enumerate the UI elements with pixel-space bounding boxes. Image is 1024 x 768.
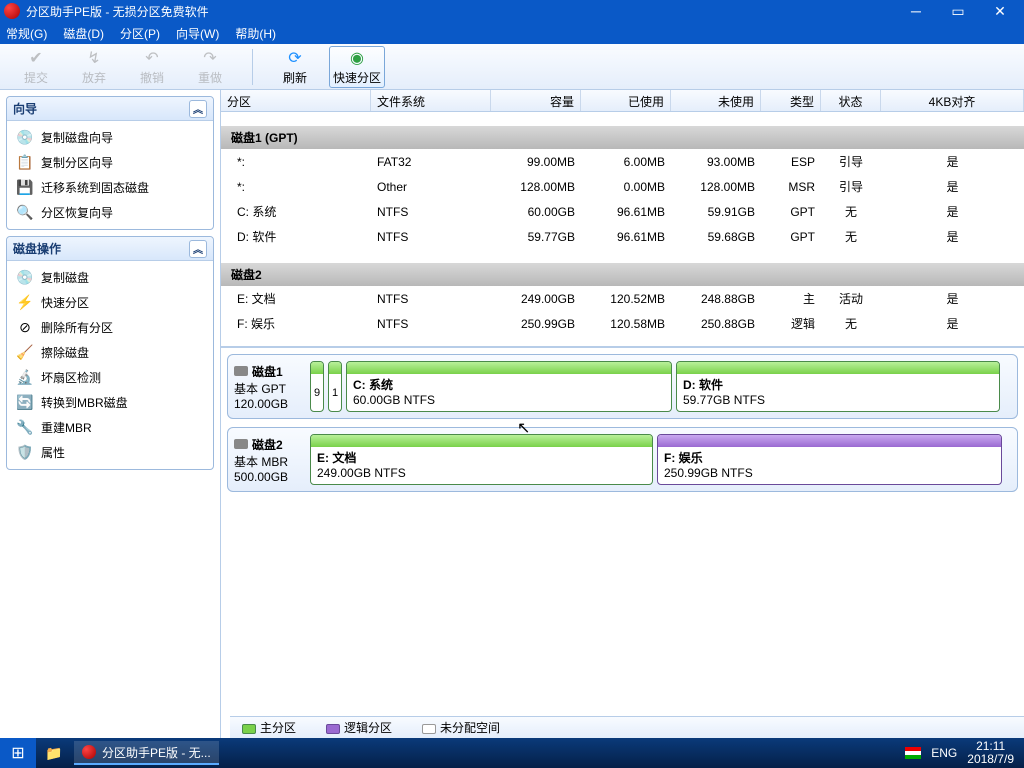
diskops-item[interactable]: ⚡快速分区 bbox=[9, 290, 211, 315]
disk-bar-small[interactable]: 9 bbox=[310, 361, 324, 412]
content-area: 分区 文件系统 容量 已使用 未使用 类型 状态 4KB对齐 磁盘1 (GPT)… bbox=[220, 90, 1024, 738]
toolbar: ✔提交 ↯放弃 ↶撤销 ↷重做 ⟳刷新 ◉快速分区 bbox=[0, 44, 1024, 90]
wizard-item[interactable]: 📋复制分区向导 bbox=[9, 150, 211, 175]
lang-flag-icon[interactable] bbox=[905, 747, 921, 759]
title-bar: 分区助手PE版 - 无损分区免费软件 ─ ▭ ✕ bbox=[0, 0, 1024, 22]
disk-bar[interactable]: D: 软件59.77GB NTFS bbox=[676, 361, 1000, 412]
clock[interactable]: 21:11 2018/7/9 bbox=[967, 740, 1014, 766]
check-icon: ✔ bbox=[26, 48, 46, 68]
col-used[interactable]: 已使用 bbox=[581, 90, 671, 111]
legend: 主分区 逻辑分区 未分配空间 bbox=[230, 716, 1024, 738]
discard-icon: ↯ bbox=[84, 48, 104, 68]
start-button[interactable]: ⊞ bbox=[0, 738, 36, 768]
disk-map: 磁盘2基本 MBR500.00GBE: 文档249.00GB NTFSF: 娱乐… bbox=[227, 427, 1018, 492]
logical-swatch bbox=[326, 724, 340, 734]
lang-indicator[interactable]: ENG bbox=[931, 746, 957, 760]
table-row[interactable]: *:Other128.00MB0.00MB128.00MBMSR引导是 bbox=[221, 174, 1024, 199]
window-title: 分区助手PE版 - 无损分区免费软件 bbox=[26, 3, 896, 20]
wizard-panel: 向导 ︽ 💿复制磁盘向导📋复制分区向导💾迁移系统到固态磁盘🔍分区恢复向导 bbox=[6, 96, 214, 230]
explorer-icon[interactable]: 📁 bbox=[36, 745, 72, 762]
disk-info[interactable]: 磁盘1基本 GPT120.00GB bbox=[234, 361, 304, 412]
partition-icon: ◉ bbox=[347, 48, 367, 68]
diskops-item[interactable]: 🔄转换到MBR磁盘 bbox=[9, 390, 211, 415]
col-filesystem[interactable]: 文件系统 bbox=[371, 90, 491, 111]
col-free[interactable]: 未使用 bbox=[671, 90, 761, 111]
disk-map-area: 磁盘1基本 GPT120.00GB91C: 系统60.00GB NTFSD: 软… bbox=[221, 346, 1024, 738]
toolbar-separator bbox=[252, 49, 253, 85]
menu-wizard[interactable]: 向导(W) bbox=[176, 25, 219, 42]
item-icon: 🔬 bbox=[17, 370, 33, 386]
discard-button[interactable]: ↯放弃 bbox=[66, 46, 122, 88]
quick-partition-button[interactable]: ◉快速分区 bbox=[329, 46, 385, 88]
collapse-icon[interactable]: ︽ bbox=[189, 100, 207, 118]
wizard-item[interactable]: 💾迁移系统到固态磁盘 bbox=[9, 175, 211, 200]
menu-general[interactable]: 常规(G) bbox=[6, 25, 47, 42]
menu-help[interactable]: 帮助(H) bbox=[235, 25, 276, 42]
partition-table: 磁盘1 (GPT)*:FAT3299.00MB6.00MB93.00MBESP引… bbox=[221, 112, 1024, 346]
item-icon: 🛡️ bbox=[17, 445, 33, 461]
diskops-item[interactable]: 💿复制磁盘 bbox=[9, 265, 211, 290]
taskbar-app[interactable]: 分区助手PE版 - 无... bbox=[74, 741, 219, 765]
redo-icon: ↷ bbox=[200, 48, 220, 68]
sidebar: 向导 ︽ 💿复制磁盘向导📋复制分区向导💾迁移系统到固态磁盘🔍分区恢复向导 磁盘操作… bbox=[0, 90, 220, 738]
item-icon: 📋 bbox=[17, 155, 33, 171]
item-icon: ⚡ bbox=[17, 295, 33, 311]
col-align[interactable]: 4KB对齐 bbox=[881, 90, 1024, 111]
item-icon: 💿 bbox=[17, 130, 33, 146]
col-partition[interactable]: 分区 bbox=[221, 90, 371, 111]
undo-icon: ↶ bbox=[142, 48, 162, 68]
maximize-button[interactable]: ▭ bbox=[938, 0, 978, 22]
item-icon: 🔍 bbox=[17, 205, 33, 221]
item-icon: 💿 bbox=[17, 270, 33, 286]
diskops-item[interactable]: 🧹擦除磁盘 bbox=[9, 340, 211, 365]
minimize-button[interactable]: ─ bbox=[896, 0, 936, 22]
menu-bar: 常规(G) 磁盘(D) 分区(P) 向导(W) 帮助(H) bbox=[0, 22, 1024, 44]
item-icon: ⊘ bbox=[17, 320, 33, 336]
app-icon bbox=[82, 745, 96, 759]
close-button[interactable]: ✕ bbox=[980, 0, 1020, 22]
item-icon: 🔧 bbox=[17, 420, 33, 436]
disk-bar[interactable]: C: 系统60.00GB NTFS bbox=[346, 361, 672, 412]
menu-partition[interactable]: 分区(P) bbox=[120, 25, 160, 42]
item-icon: 💾 bbox=[17, 180, 33, 196]
undo-button[interactable]: ↶撤销 bbox=[124, 46, 180, 88]
commit-button[interactable]: ✔提交 bbox=[8, 46, 64, 88]
col-state[interactable]: 状态 bbox=[821, 90, 881, 111]
table-row[interactable]: F: 娱乐NTFS250.99GB120.58MB250.88GB逻辑无是 bbox=[221, 311, 1024, 336]
col-type[interactable]: 类型 bbox=[761, 90, 821, 111]
disk-map: 磁盘1基本 GPT120.00GB91C: 系统60.00GB NTFSD: 软… bbox=[227, 354, 1018, 419]
disk-bar[interactable]: E: 文档249.00GB NTFS bbox=[310, 434, 653, 485]
item-icon: 🧹 bbox=[17, 345, 33, 361]
unalloc-swatch bbox=[422, 724, 436, 734]
disk-header[interactable]: 磁盘1 (GPT) bbox=[221, 126, 1024, 149]
wizard-item[interactable]: 🔍分区恢复向导 bbox=[9, 200, 211, 225]
diskops-item[interactable]: 🔧重建MBR bbox=[9, 415, 211, 440]
disk-bar[interactable]: F: 娱乐250.99GB NTFS bbox=[657, 434, 1002, 485]
diskops-panel: 磁盘操作 ︽ 💿复制磁盘⚡快速分区⊘删除所有分区🧹擦除磁盘🔬坏扇区检测🔄转换到MB… bbox=[6, 236, 214, 470]
col-capacity[interactable]: 容量 bbox=[491, 90, 581, 111]
diskops-item[interactable]: 🔬坏扇区检测 bbox=[9, 365, 211, 390]
app-icon bbox=[4, 3, 20, 19]
diskops-item[interactable]: 🛡️属性 bbox=[9, 440, 211, 465]
refresh-button[interactable]: ⟳刷新 bbox=[267, 46, 323, 88]
diskops-item[interactable]: ⊘删除所有分区 bbox=[9, 315, 211, 340]
diskops-title: 磁盘操作 bbox=[13, 240, 61, 257]
item-icon: 🔄 bbox=[17, 395, 33, 411]
table-row[interactable]: *:FAT3299.00MB6.00MB93.00MBESP引导是 bbox=[221, 149, 1024, 174]
table-row[interactable]: D: 软件NTFS59.77GB96.61MB59.68GBGPT无是 bbox=[221, 224, 1024, 249]
disk-header[interactable]: 磁盘2 bbox=[221, 263, 1024, 286]
disk-bar-small[interactable]: 1 bbox=[328, 361, 342, 412]
table-row[interactable]: C: 系统NTFS60.00GB96.61MB59.91GBGPT无是 bbox=[221, 199, 1024, 224]
redo-button[interactable]: ↷重做 bbox=[182, 46, 238, 88]
table-row[interactable]: E: 文档NTFS249.00GB120.52MB248.88GB主活动是 bbox=[221, 286, 1024, 311]
disk-info[interactable]: 磁盘2基本 MBR500.00GB bbox=[234, 434, 304, 485]
primary-swatch bbox=[242, 724, 256, 734]
wizard-title: 向导 bbox=[13, 100, 37, 117]
collapse-icon[interactable]: ︽ bbox=[189, 240, 207, 258]
table-header: 分区 文件系统 容量 已使用 未使用 类型 状态 4KB对齐 bbox=[221, 90, 1024, 112]
refresh-icon: ⟳ bbox=[285, 48, 305, 68]
wizard-item[interactable]: 💿复制磁盘向导 bbox=[9, 125, 211, 150]
taskbar: ⊞ 📁 分区助手PE版 - 无... ENG 21:11 2018/7/9 bbox=[0, 738, 1024, 768]
menu-disk[interactable]: 磁盘(D) bbox=[63, 25, 104, 42]
